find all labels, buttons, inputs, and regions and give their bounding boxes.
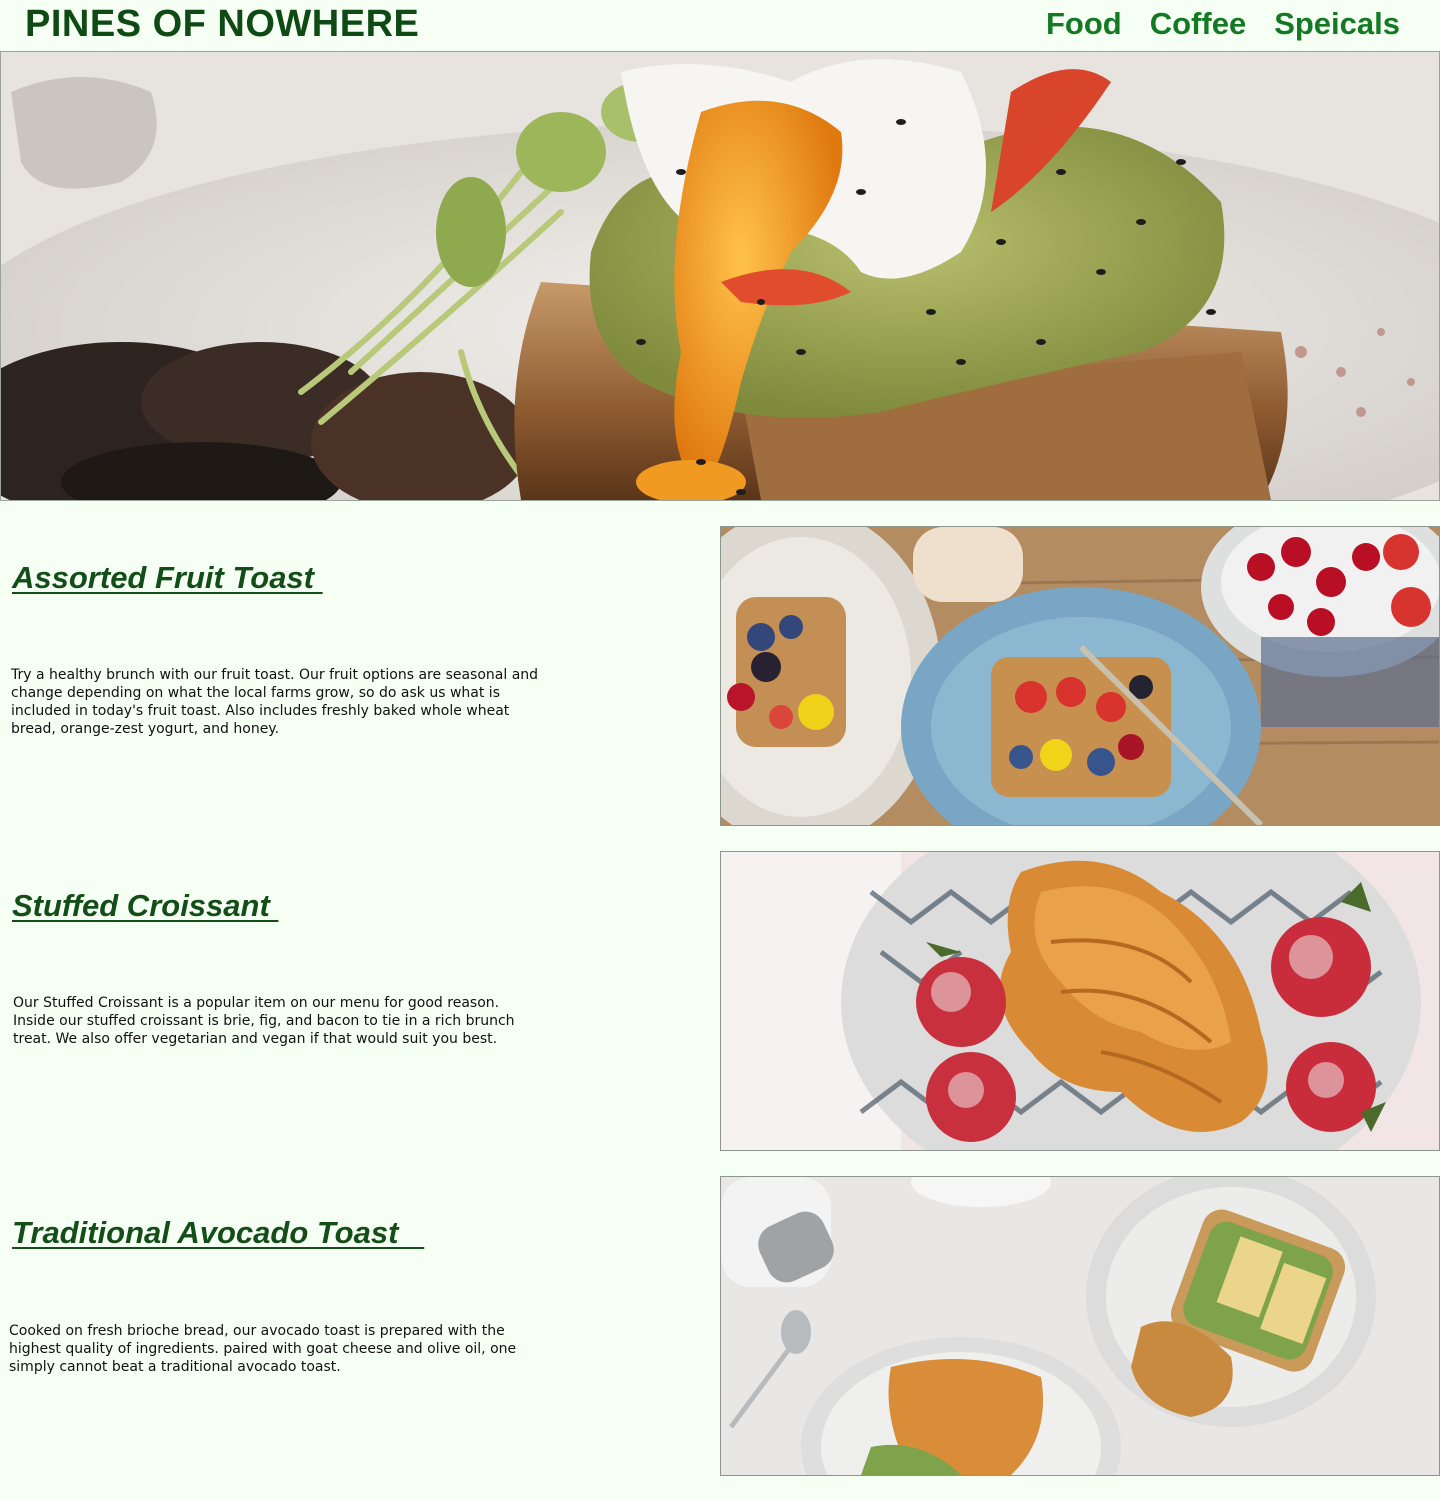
menu-item-fruit-toast: Assorted Fruit Toast Try a healthy brunc… bbox=[0, 526, 1440, 826]
nav-link-specials[interactable]: Speicals bbox=[1274, 4, 1400, 44]
item-title: Stuffed Croissant bbox=[12, 888, 279, 923]
croissant-photo bbox=[720, 851, 1440, 1151]
site-header: PINES OF NOWHERE Food Coffee Speicals bbox=[0, 0, 1440, 50]
item-title: Assorted Fruit Toast bbox=[12, 560, 323, 595]
item-description: Our Stuffed Croissant is a popular item … bbox=[13, 995, 515, 1047]
menu-item-avocado-toast: Traditional Avocado Toast Cooked on fres… bbox=[0, 1176, 1440, 1476]
item-title: Traditional Avocado Toast bbox=[12, 1215, 425, 1250]
menu-item-stuffed-croissant: Stuffed Croissant Our Stuffed Croissant … bbox=[0, 851, 1440, 1151]
nav-link-coffee[interactable]: Coffee bbox=[1150, 4, 1246, 44]
item-description: Cooked on fresh brioche bread, our avoca… bbox=[9, 1323, 517, 1375]
fruit-toast-photo bbox=[720, 526, 1440, 826]
avocado-toast-photo bbox=[720, 1176, 1440, 1476]
nav-link-food[interactable]: Food bbox=[1046, 4, 1122, 44]
brand-logo-text[interactable]: PINES OF NOWHERE bbox=[25, 2, 419, 46]
item-description: Try a healthy brunch with our fruit toas… bbox=[11, 667, 539, 737]
main-nav: Food Coffee Speicals bbox=[1046, 4, 1400, 44]
hero-image bbox=[0, 51, 1440, 501]
